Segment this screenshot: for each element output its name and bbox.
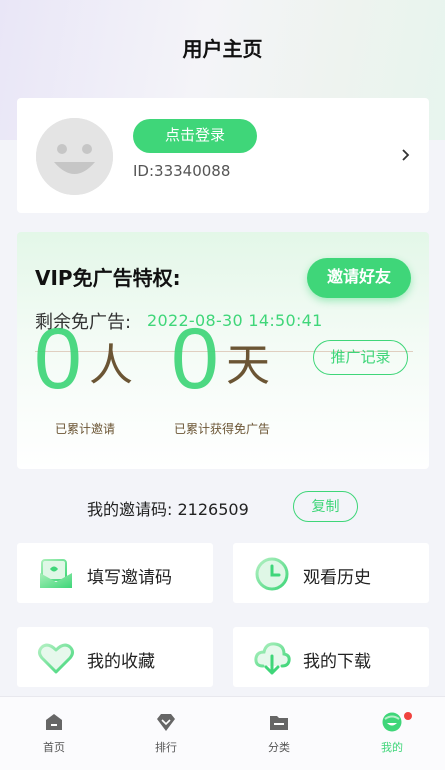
page-title: 用户主页 [182, 37, 263, 61]
vip-card: VIP免广告特权: 邀请好友 剩余免广告: 2022-08-30 14:50:4… [17, 232, 429, 469]
tile-watch-history[interactable]: 观看历史 [233, 543, 429, 603]
tile-my-favorites[interactable]: 我的收藏 [17, 627, 213, 687]
bottom-nav: 首页 排行 分类 我的 [0, 696, 445, 770]
envelope-heart-icon [40, 559, 72, 588]
nav-item-home[interactable]: 首页 [24, 711, 84, 755]
invited-unit: 人 [89, 340, 133, 391]
clock-icon [255, 557, 289, 591]
nav-item-ranking[interactable]: 排行 [136, 711, 196, 755]
tile-label: 我的收藏 [87, 652, 155, 672]
ranking-icon [157, 714, 175, 731]
invite-friends-button[interactable]: 邀请好友 [307, 258, 411, 298]
tile-enter-invite-code[interactable]: 填写邀请码 [17, 543, 213, 603]
folder-icon [270, 716, 288, 730]
days-unit: 天 [226, 340, 270, 391]
login-button[interactable]: 点击登录 [133, 119, 257, 153]
promotion-record-button[interactable]: 推广记录 [313, 340, 408, 375]
nav-label: 分类 [268, 741, 290, 754]
invite-code-row: 我的邀请码: 2126509 [87, 496, 249, 520]
tile-label: 我的下载 [303, 652, 371, 672]
chevron-right-icon[interactable] [399, 144, 413, 166]
nav-item-mine[interactable]: 我的 [362, 711, 422, 755]
invite-code-value: 2126509 [177, 500, 249, 519]
heart-icon [38, 643, 74, 674]
copy-button[interactable]: 复制 [293, 491, 358, 522]
nav-label: 我的 [381, 741, 403, 754]
nav-label: 首页 [43, 741, 65, 754]
avatar[interactable] [36, 118, 113, 195]
tile-my-downloads[interactable]: 我的下载 [233, 627, 429, 687]
home-icon [46, 714, 62, 730]
profile-icon [382, 712, 402, 732]
user-id: ID:33340088 [133, 162, 231, 180]
invited-count: 0 [34, 311, 82, 407]
tile-label: 填写邀请码 [87, 568, 172, 588]
vip-title: VIP免广告特权: [35, 266, 181, 290]
days-count: 0 [171, 311, 219, 407]
tile-label: 观看历史 [303, 568, 371, 588]
notification-badge [404, 712, 412, 720]
default-avatar-icon [36, 118, 113, 195]
invited-caption: 已累计邀请 [55, 422, 116, 436]
user-card[interactable]: 点击登录 ID:33340088 [17, 98, 429, 213]
invite-code-label: 我的邀请码: [87, 500, 173, 519]
nav-item-category[interactable]: 分类 [249, 711, 309, 755]
cloud-download-icon [254, 642, 291, 675]
nav-label: 排行 [155, 741, 177, 754]
days-caption: 已累计获得免广告 [174, 422, 271, 436]
